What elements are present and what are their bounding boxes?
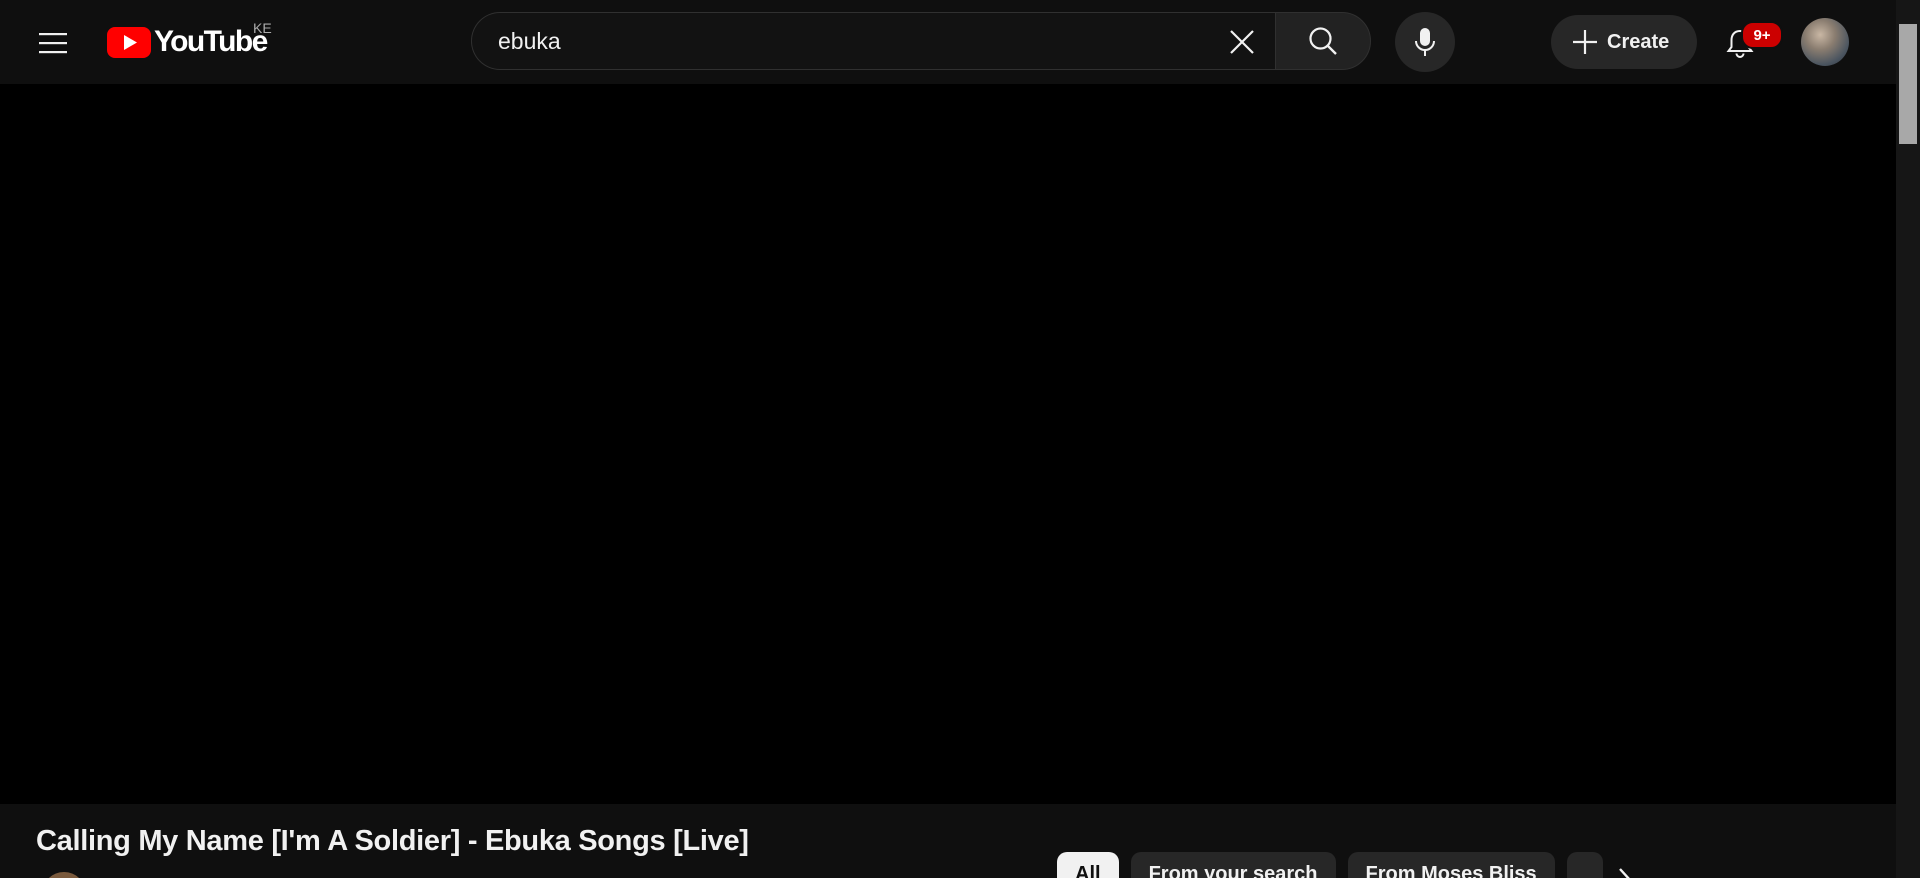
create-button[interactable]: Create xyxy=(1551,15,1697,69)
chip-from-moses-bliss[interactable]: From Moses Bliss xyxy=(1347,852,1555,878)
masthead: YouTube KE ebuka Create 9+ xyxy=(0,0,1896,84)
chip-partial[interactable] xyxy=(1566,852,1603,878)
related-chips: All From your search From Moses Bliss xyxy=(1057,852,1603,878)
logo-wordmark: YouTube xyxy=(154,25,268,58)
youtube-play-icon xyxy=(107,26,151,58)
search-button[interactable] xyxy=(1275,12,1371,70)
hamburger-icon xyxy=(39,33,67,54)
country-code: KE xyxy=(253,20,272,36)
chevron-right-icon xyxy=(1619,868,1630,878)
account-avatar[interactable] xyxy=(1801,18,1849,66)
chip-from-your-search[interactable]: From your search xyxy=(1130,852,1336,878)
video-title: Calling My Name [I'm A Soldier] - Ebuka … xyxy=(36,825,749,857)
guide-menu-button[interactable] xyxy=(30,20,76,66)
plus-icon xyxy=(1573,30,1597,54)
voice-search-button[interactable] xyxy=(1395,12,1455,72)
video-player[interactable] xyxy=(0,84,1896,804)
youtube-logo[interactable]: YouTube xyxy=(107,24,268,60)
search-input[interactable] xyxy=(496,26,1200,56)
search-icon xyxy=(1309,27,1337,55)
close-icon xyxy=(1230,30,1254,54)
clear-search-button[interactable] xyxy=(1219,19,1265,65)
scrollbar-thumb[interactable] xyxy=(1899,24,1917,144)
chips-next-button[interactable] xyxy=(1605,860,1645,878)
channel-avatar[interactable] xyxy=(42,872,86,878)
search-box xyxy=(471,12,1275,70)
youtube-watch-page: YouTube KE ebuka Create 9+ Calling My Na… xyxy=(0,0,1920,878)
create-label: Create xyxy=(1607,30,1670,53)
notifications-badge: 9+ xyxy=(1741,21,1783,49)
chip-all[interactable]: All xyxy=(1057,852,1119,878)
microphone-icon xyxy=(1415,28,1435,56)
